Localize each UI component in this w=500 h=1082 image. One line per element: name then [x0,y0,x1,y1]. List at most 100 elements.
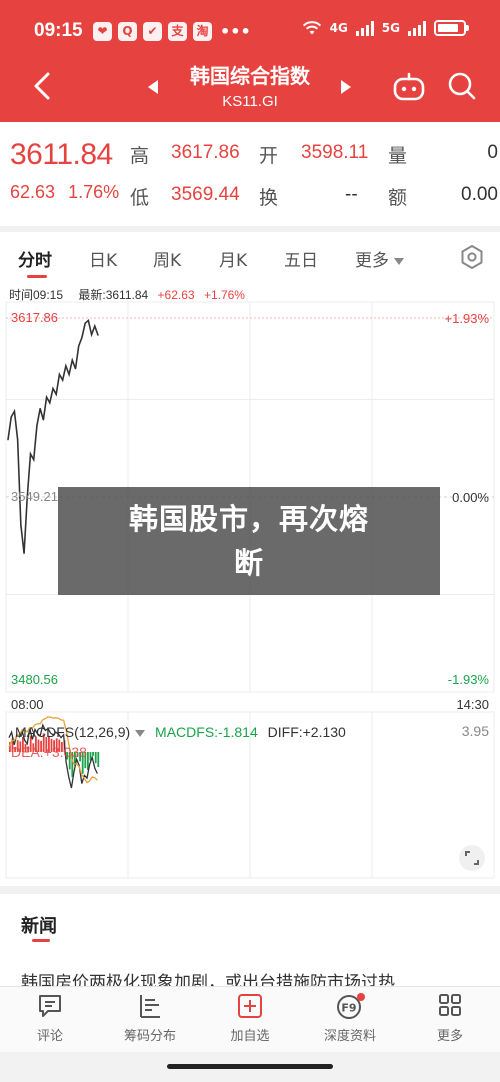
network-5g-label: 5G [381,21,400,35]
stock-name: 韩国综合指数 [190,64,310,88]
price-point [97,334,99,336]
settings-icon[interactable] [459,244,485,270]
wifi-icon [302,21,321,35]
app-notification-icon: Q [118,22,137,41]
diff-value: DIFF:+2.130 [267,724,346,740]
price-point [52,388,54,390]
price-point [62,379,64,381]
high-value: 3617.86 [171,142,240,163]
price-point [81,336,83,339]
tab-intraday[interactable]: 分时 [18,246,52,271]
nav-more-label: 更多 [436,1029,463,1044]
status-bar: 09:15 ❤ Q ✔ 支 淘 ••• 4G 5G [0,0,500,50]
home-indicator [167,1064,333,1069]
price-point [23,552,25,554]
open-label: 开 [259,145,279,167]
volume-value: 0 [487,142,498,163]
price-point [45,396,48,398]
price-point [29,453,32,455]
price-point [42,419,44,421]
price-point [78,345,80,347]
price-point [55,393,57,395]
price-point [39,407,41,410]
quote-panel: 3611.84 62.63 1.76% 高 3617.86 开 3598.11 … [0,122,500,226]
tab-more[interactable]: 更多 [355,246,404,271]
nav-add-watchlist[interactable]: 加自选 [205,993,295,1044]
nav-more[interactable]: 更多 [405,993,495,1044]
macd-bar [97,752,100,767]
price-point [65,365,67,367]
nav-comment-label: 评论 [36,1029,63,1044]
amount-value: 0.00 [461,184,498,205]
turnover-value: -- [345,184,358,205]
macd-right-axis: 3.95 [461,723,489,739]
nav-f9-data[interactable]: F9 深度资料 [305,993,395,1044]
high-label: 高 [130,145,150,167]
price-point [33,459,35,461]
price-point [49,402,51,404]
next-stock-icon[interactable] [341,80,351,94]
price-point [87,319,89,322]
tab-weekly-k[interactable]: 周K [153,246,181,271]
news-headline-banner: 韩国股市，再次熔 断 [58,487,440,595]
app-notification-icon: ❤ [93,22,112,41]
x-axis-start: 08:00 [11,697,44,712]
last-price: 3611.84 [10,138,113,171]
app-notification-icon: 淘 [193,22,212,41]
tab-monthly-k[interactable]: 月K [219,246,247,271]
price-point [90,334,93,336]
robot-assistant-icon[interactable] [392,72,426,102]
price-change: 62.63 1.76% [10,182,119,203]
price-point [71,359,73,361]
app-notification-icon: ✔ [143,22,162,41]
right-axis-zero: 0.00% [452,490,489,505]
period-tabs: 分时 日K 周K 月K 五日 更多 [0,232,500,282]
status-right: 4G 5G [302,20,469,36]
change-percent: 1.76% [68,182,120,202]
caret-down-icon [135,729,146,737]
svg-text:F9: F9 [341,1002,356,1015]
macd-selector-label: MACDFS(12,26,9) [15,724,131,740]
price-point [68,373,70,376]
price-point [74,368,77,370]
amount-label: 额 [388,187,408,209]
price-point [10,416,12,418]
banner-line-2: 断 [233,546,264,580]
tab-more-label: 更多 [355,251,389,271]
expand-chart-icon[interactable] [458,844,486,872]
battery-icon [434,20,469,36]
add-watchlist-icon [238,994,262,1018]
network-4g-label: 4G [329,21,348,35]
price-point [58,373,61,376]
tab-five-day[interactable]: 五日 [284,246,318,271]
price-point [20,524,22,526]
price-point [94,325,96,327]
active-tab-indicator [27,275,47,278]
macd-selector[interactable]: MACDFS(12,26,9) [15,724,146,740]
open-value: 3598.11 [301,142,369,163]
y-axis-high: 3617.86 [11,310,58,325]
f9-icon: F9 [337,993,365,1019]
signal-icon [408,20,426,36]
back-arrow-icon[interactable] [28,68,60,104]
price-point [84,322,86,324]
right-axis-low: -1.93% [447,672,489,687]
nav-chip-distribution[interactable]: 筹码分布 [105,993,195,1044]
volume-label: 量 [388,145,408,167]
change-value: 62.63 [10,182,56,202]
macd-bar [92,752,94,756]
app-notification-icon: 支 [168,22,187,41]
low-label: 低 [130,187,150,209]
news-section-title[interactable]: 新闻 [21,912,57,938]
bottom-nav: 评论 筹码分布 加自选 F9 深度资料 更多 [0,986,500,1052]
y-axis-prev-close: 3549.21 [11,489,58,504]
tab-daily-k[interactable]: 日K [89,246,117,271]
nav-comment[interactable]: 评论 [5,993,95,1044]
news-section: 新闻 韩国房价两极化现象加剧，或出台措施防市场过热 [0,886,500,993]
nav-add-watchlist-label: 加自选 [230,1029,270,1044]
title-bar: 韩国综合指数 KS11.GI [0,52,500,122]
x-axis-end: 14:30 [456,697,489,712]
comment-icon [39,995,61,1017]
macd-value: MACDFS:-1.814 [155,724,258,740]
search-icon[interactable] [446,70,478,102]
